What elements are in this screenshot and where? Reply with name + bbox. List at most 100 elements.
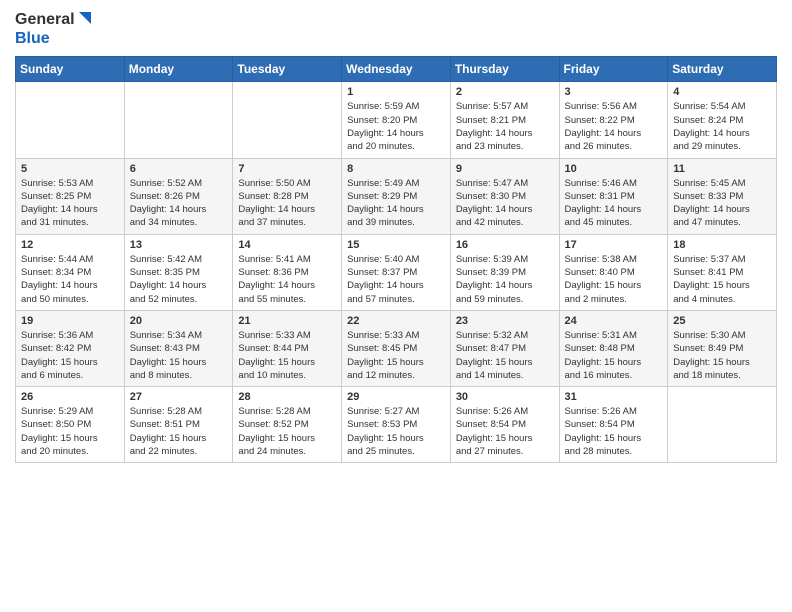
- day-number: 13: [130, 239, 228, 251]
- logo: GeneralBlue: [15, 10, 91, 48]
- calendar-cell: 23Sunrise: 5:32 AM Sunset: 8:47 PM Dayli…: [450, 310, 559, 386]
- calendar-cell: 14 Sunrise: 5:41 AM Sunset: 8:36 PM Dayli…: [233, 234, 342, 310]
- day-info: Sunrise: 5:45 AM Sunset: 8:33 PM Dayligh…: [673, 177, 771, 230]
- day-info: Sunrise: 5:28 AM Sunset: 8:52 PM Dayligh…: [238, 405, 336, 458]
- weekday-header: Monday: [124, 57, 233, 82]
- day-number: 31: [565, 391, 663, 403]
- day-info: Sunrise: 5:36 AM Sunset: 8:42 PM Dayligh…: [21, 329, 119, 382]
- weekday-header: Saturday: [668, 57, 777, 82]
- day-info: Sunrise: 5:37 AM Sunset: 8:41 PM Dayligh…: [673, 253, 771, 306]
- day-number: 19: [21, 315, 119, 327]
- day-number: 18: [673, 239, 771, 251]
- day-info: Sunrise: 5:30 AM Sunset: 8:49 PM Dayligh…: [673, 329, 771, 382]
- calendar-week-row: 5 Sunrise: 5:53 AM Sunset: 8:25 PM Daylig…: [16, 158, 777, 234]
- day-number: 21: [238, 315, 336, 327]
- day-number: 14: [238, 239, 336, 251]
- day-number: 10: [565, 163, 663, 175]
- day-info: Sunrise: 5:40 AM Sunset: 8:37 PM Dayligh…: [347, 253, 445, 306]
- day-number: 24: [565, 315, 663, 327]
- day-number: 1: [347, 86, 445, 98]
- day-info: Sunrise: 5:31 AM Sunset: 8:48 PM Dayligh…: [565, 329, 663, 382]
- page: GeneralBlue SundayMondayTuesdayWednesday…: [0, 0, 792, 473]
- calendar-cell: [233, 82, 342, 158]
- calendar-cell: 27 Sunrise: 5:28 AM Sunset: 8:51 PM Dayli…: [124, 387, 233, 463]
- day-number: 22: [347, 315, 445, 327]
- day-info: Sunrise: 5:52 AM Sunset: 8:26 PM Dayligh…: [130, 177, 228, 230]
- day-number: 17: [565, 239, 663, 251]
- day-number: 5: [21, 163, 119, 175]
- calendar-cell: 6 Sunrise: 5:52 AM Sunset: 8:26 PM Daylig…: [124, 158, 233, 234]
- day-number: 11: [673, 163, 771, 175]
- calendar-cell: 22Sunrise: 5:33 AM Sunset: 8:45 PM Dayli…: [342, 310, 451, 386]
- calendar-cell: 12Sunrise: 5:44 AM Sunset: 8:34 PM Dayli…: [16, 234, 125, 310]
- day-info: Sunrise: 5:49 AM Sunset: 8:29 PM Dayligh…: [347, 177, 445, 230]
- day-number: 25: [673, 315, 771, 327]
- day-info: Sunrise: 5:42 AM Sunset: 8:35 PM Dayligh…: [130, 253, 228, 306]
- weekday-header: Thursday: [450, 57, 559, 82]
- day-number: 29: [347, 391, 445, 403]
- weekday-header: Friday: [559, 57, 668, 82]
- day-info: Sunrise: 5:59 AM Sunset: 8:20 PM Dayligh…: [347, 100, 445, 153]
- calendar-cell: 11 Sunrise: 5:45 AM Sunset: 8:33 PM Dayli…: [668, 158, 777, 234]
- calendar-cell: 16 Sunrise: 5:39 AM Sunset: 8:39 PM Dayli…: [450, 234, 559, 310]
- day-number: 9: [456, 163, 554, 175]
- weekday-header: Sunday: [16, 57, 125, 82]
- day-number: 7: [238, 163, 336, 175]
- day-info: Sunrise: 5:39 AM Sunset: 8:39 PM Dayligh…: [456, 253, 554, 306]
- day-info: Sunrise: 5:53 AM Sunset: 8:25 PM Dayligh…: [21, 177, 119, 230]
- day-number: 28: [238, 391, 336, 403]
- day-info: Sunrise: 5:57 AM Sunset: 8:21 PM Dayligh…: [456, 100, 554, 153]
- day-number: 16: [456, 239, 554, 251]
- calendar-week-row: 26 Sunrise: 5:29 AM Sunset: 8:50 PM Dayli…: [16, 387, 777, 463]
- day-info: Sunrise: 5:38 AM Sunset: 8:40 PM Dayligh…: [565, 253, 663, 306]
- day-number: 12: [21, 239, 119, 251]
- calendar-cell: 5 Sunrise: 5:53 AM Sunset: 8:25 PM Daylig…: [16, 158, 125, 234]
- weekday-header: Wednesday: [342, 57, 451, 82]
- calendar-cell: 3Sunrise: 5:56 AM Sunset: 8:22 PM Daylig…: [559, 82, 668, 158]
- calendar-cell: 15 Sunrise: 5:40 AM Sunset: 8:37 PM Dayli…: [342, 234, 451, 310]
- logo-arrow-icon: [75, 12, 91, 28]
- calendar-cell: 28 Sunrise: 5:28 AM Sunset: 8:52 PM Dayli…: [233, 387, 342, 463]
- header: GeneralBlue: [15, 10, 777, 48]
- day-number: 27: [130, 391, 228, 403]
- calendar-cell: 20Sunrise: 5:34 AM Sunset: 8:43 PM Dayli…: [124, 310, 233, 386]
- calendar-cell: 30 Sunrise: 5:26 AM Sunset: 8:54 PM Dayli…: [450, 387, 559, 463]
- day-number: 4: [673, 86, 771, 98]
- day-info: Sunrise: 5:41 AM Sunset: 8:36 PM Dayligh…: [238, 253, 336, 306]
- calendar-cell: 17 Sunrise: 5:38 AM Sunset: 8:40 PM Dayli…: [559, 234, 668, 310]
- calendar-week-row: 19 Sunrise: 5:36 AM Sunset: 8:42 PM Dayli…: [16, 310, 777, 386]
- calendar-cell: 7 Sunrise: 5:50 AM Sunset: 8:28 PM Daylig…: [233, 158, 342, 234]
- day-number: 6: [130, 163, 228, 175]
- day-info: Sunrise: 5:56 AM Sunset: 8:22 PM Dayligh…: [565, 100, 663, 153]
- calendar-cell: 21Sunrise: 5:33 AM Sunset: 8:44 PM Dayli…: [233, 310, 342, 386]
- day-number: 30: [456, 391, 554, 403]
- day-info: Sunrise: 5:26 AM Sunset: 8:54 PM Dayligh…: [565, 405, 663, 458]
- calendar-cell: 9 Sunrise: 5:47 AM Sunset: 8:30 PM Daylig…: [450, 158, 559, 234]
- day-info: Sunrise: 5:28 AM Sunset: 8:51 PM Dayligh…: [130, 405, 228, 458]
- day-info: Sunrise: 5:54 AM Sunset: 8:24 PM Dayligh…: [673, 100, 771, 153]
- day-info: Sunrise: 5:46 AM Sunset: 8:31 PM Dayligh…: [565, 177, 663, 230]
- day-info: Sunrise: 5:29 AM Sunset: 8:50 PM Dayligh…: [21, 405, 119, 458]
- calendar-cell: [668, 387, 777, 463]
- day-number: 2: [456, 86, 554, 98]
- calendar-cell: 8Sunrise: 5:49 AM Sunset: 8:29 PM Daylig…: [342, 158, 451, 234]
- calendar-cell: [124, 82, 233, 158]
- calendar-week-row: 1 Sunrise: 5:59 AM Sunset: 8:20 PM Daylig…: [16, 82, 777, 158]
- calendar-week-row: 12Sunrise: 5:44 AM Sunset: 8:34 PM Dayli…: [16, 234, 777, 310]
- day-number: 15: [347, 239, 445, 251]
- calendar-cell: 13 Sunrise: 5:42 AM Sunset: 8:35 PM Dayli…: [124, 234, 233, 310]
- calendar-cell: 31 Sunrise: 5:26 AM Sunset: 8:54 PM Dayli…: [559, 387, 668, 463]
- day-info: Sunrise: 5:50 AM Sunset: 8:28 PM Dayligh…: [238, 177, 336, 230]
- calendar-cell: 24 Sunrise: 5:31 AM Sunset: 8:48 PM Dayli…: [559, 310, 668, 386]
- day-info: Sunrise: 5:26 AM Sunset: 8:54 PM Dayligh…: [456, 405, 554, 458]
- calendar-cell: [16, 82, 125, 158]
- calendar-cell: 25 Sunrise: 5:30 AM Sunset: 8:49 PM Dayli…: [668, 310, 777, 386]
- calendar-header-row: SundayMondayTuesdayWednesdayThursdayFrid…: [16, 57, 777, 82]
- calendar-table: SundayMondayTuesdayWednesdayThursdayFrid…: [15, 56, 777, 463]
- day-info: Sunrise: 5:27 AM Sunset: 8:53 PM Dayligh…: [347, 405, 445, 458]
- day-info: Sunrise: 5:34 AM Sunset: 8:43 PM Dayligh…: [130, 329, 228, 382]
- day-info: Sunrise: 5:47 AM Sunset: 8:30 PM Dayligh…: [456, 177, 554, 230]
- calendar-cell: 2 Sunrise: 5:57 AM Sunset: 8:21 PM Daylig…: [450, 82, 559, 158]
- calendar-cell: 1 Sunrise: 5:59 AM Sunset: 8:20 PM Daylig…: [342, 82, 451, 158]
- day-number: 26: [21, 391, 119, 403]
